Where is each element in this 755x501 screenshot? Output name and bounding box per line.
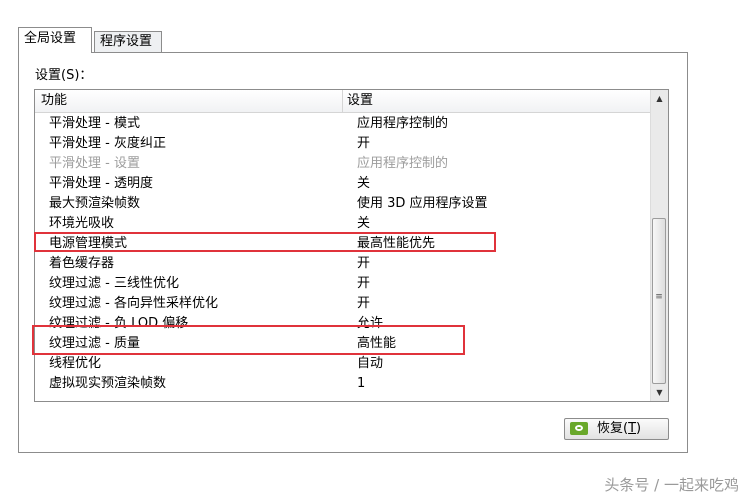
setting-value[interactable]: 允许: [357, 314, 383, 334]
feature-name: 纹理过滤 - 质量: [49, 336, 140, 351]
settings-row-power-management[interactable]: 电源管理模式 最高性能优先: [35, 234, 650, 254]
setting-value[interactable]: 最高性能优先: [357, 234, 435, 254]
feature-name: 着色缓存器: [49, 256, 115, 271]
scrollbar-thumb[interactable]: ≡: [652, 218, 666, 384]
feature-name: 平滑处理 - 灰度纠正: [49, 136, 166, 151]
tab-global-settings[interactable]: 全局设置: [18, 27, 92, 53]
settings-row[interactable]: 平滑处理 - 灰度纠正 开: [35, 134, 650, 154]
setting-value[interactable]: 开: [357, 254, 370, 274]
scroll-up-arrow-icon[interactable]: ▲: [651, 90, 668, 107]
setting-value[interactable]: 自动: [357, 354, 383, 374]
watermark-text: 头条号 / 一起来吃鸡: [604, 476, 739, 494]
setting-value[interactable]: 开: [357, 274, 370, 294]
feature-name: 线程优化: [49, 356, 102, 371]
settings-row[interactable]: 纹理过滤 - 三线性优化 开: [35, 274, 650, 294]
settings-row[interactable]: 纹理过滤 - 各向异性采样优化 开: [35, 294, 650, 314]
settings-row[interactable]: 虚拟现实预渲染帧数 1: [35, 374, 650, 394]
feature-name: 平滑处理 - 设置: [49, 156, 140, 171]
settings-rows: 平滑处理 - 模式 应用程序控制的 平滑处理 - 灰度纠正开 平滑处理 - 设置应…: [35, 114, 650, 394]
restore-shortcut: T: [628, 421, 637, 436]
settings-row[interactable]: 平滑处理 - 模式 应用程序控制的: [35, 114, 650, 134]
column-header-setting[interactable]: 设置: [347, 90, 373, 112]
settings-row[interactable]: 线程优化 自动: [35, 354, 650, 374]
grip-icon: ≡: [655, 292, 663, 302]
settings-row[interactable]: 纹理过滤 - 负 LOD 偏移 允许: [35, 314, 650, 334]
setting-value[interactable]: 使用 3D 应用程序设置: [357, 194, 488, 214]
list-header: 功能 设置: [35, 90, 650, 113]
settings-list[interactable]: 功能 设置 平滑处理 - 模式 应用程序控制的 平滑处理 - 灰度纠正开 平滑处理…: [34, 89, 669, 402]
feature-name: 环境光吸收: [49, 216, 115, 231]
feature-name: 平滑处理 - 透明度: [49, 176, 153, 191]
tab-program-settings[interactable]: 程序设置: [94, 31, 162, 52]
setting-value[interactable]: 应用程序控制的: [357, 154, 448, 174]
feature-name: 电源管理模式: [49, 236, 128, 251]
settings-row[interactable]: 环境光吸收 关: [35, 214, 650, 234]
restore-button[interactable]: 恢复(T): [564, 418, 669, 440]
column-header-feature[interactable]: 功能: [41, 90, 67, 112]
settings-row[interactable]: 平滑处理 - 透明度 关: [35, 174, 650, 194]
column-divider[interactable]: [342, 90, 343, 112]
restore-button-label: 恢复(T): [597, 421, 642, 436]
setting-value[interactable]: 应用程序控制的: [357, 114, 448, 134]
setting-value[interactable]: 开: [357, 134, 370, 154]
setting-value[interactable]: 高性能: [357, 334, 396, 354]
feature-name: 纹理过滤 - 三线性优化: [49, 276, 179, 291]
settings-row[interactable]: 平滑处理 - 设置 应用程序控制的: [35, 154, 650, 174]
vertical-scrollbar[interactable]: ▲ ≡ ▼: [650, 90, 668, 401]
setting-value[interactable]: 关: [357, 214, 370, 234]
feature-name: 平滑处理 - 模式: [49, 116, 140, 131]
scroll-down-arrow-icon[interactable]: ▼: [651, 384, 668, 401]
setting-value[interactable]: 1: [357, 374, 365, 394]
feature-name: 纹理过滤 - 负 LOD 偏移: [49, 316, 189, 331]
restore-text: 恢复: [597, 421, 624, 436]
settings-label: 设置(S)：: [35, 68, 93, 83]
setting-value[interactable]: 开: [357, 294, 370, 314]
nvidia-logo-icon: [570, 422, 588, 435]
setting-value[interactable]: 关: [357, 174, 370, 194]
feature-name: 纹理过滤 - 各向异性采样优化: [49, 296, 218, 311]
settings-row-texture-quality[interactable]: 纹理过滤 - 质量 高性能: [35, 334, 650, 354]
settings-row[interactable]: 着色缓存器 开: [35, 254, 650, 274]
feature-name: 最大预渲染帧数: [49, 196, 141, 211]
feature-name: 虚拟现实预渲染帧数: [49, 376, 167, 391]
settings-panel: 设置(S)： 功能 设置 平滑处理 - 模式 应用程序控制的 平滑处理 - 灰度纠…: [18, 52, 688, 453]
settings-row[interactable]: 最大预渲染帧数 使用 3D 应用程序设置: [35, 194, 650, 214]
